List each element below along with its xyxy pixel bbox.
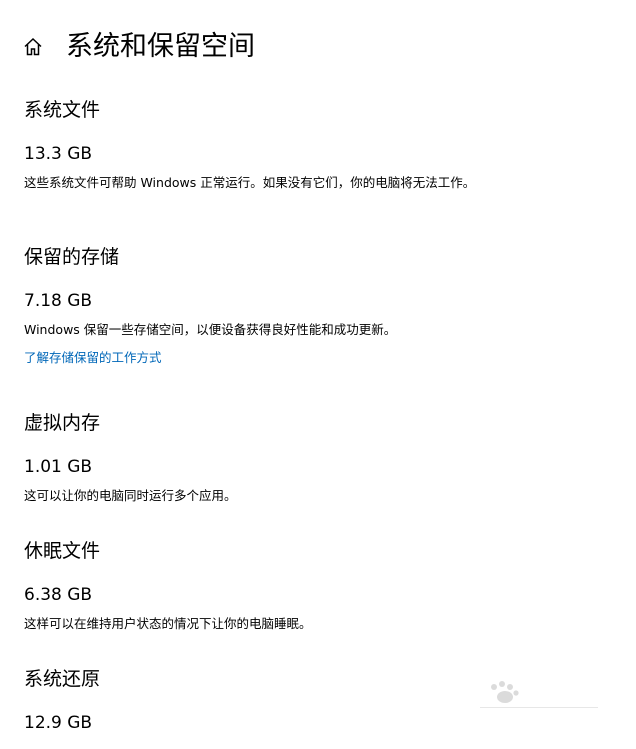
section-virtual-memory: 虚拟内存 1.01 GB 这可以让你的电脑同时运行多个应用。 <box>24 410 494 505</box>
size-value: 12.9 GB <box>24 713 93 733</box>
section-system-files: 系统文件 13.3 GB 这些系统文件可帮助 Windows 正常运行。如果没有… <box>24 97 494 192</box>
size-value: 1.01 GB <box>24 457 93 477</box>
section-title: 虚拟内存 <box>24 412 101 434</box>
section-description: 这样可以在维持用户状态的情况下让你的电脑睡眠。 <box>24 616 312 631</box>
section-title: 系统还原 <box>24 668 101 690</box>
size-value: 13.3 GB <box>24 144 93 164</box>
size-value: 6.38 GB <box>24 585 93 605</box>
size-value: 7.18 GB <box>24 291 93 311</box>
home-icon[interactable] <box>22 36 44 58</box>
section-title: 休眠文件 <box>24 540 101 562</box>
section-system-restore: 系统还原 12.9 GB <box>24 666 494 734</box>
section-title: 保留的存储 <box>24 246 120 268</box>
section-title: 系统文件 <box>24 99 101 121</box>
section-description: Windows 保留一些存储空间，以便设备获得良好性能和成功更新。 <box>24 322 397 337</box>
section-description: 这些系统文件可帮助 Windows 正常运行。如果没有它们，你的电脑将无法工作。 <box>24 175 476 190</box>
watermark-logo-icon <box>480 681 598 708</box>
page-header: 系统和保留空间 <box>0 26 636 70</box>
section-hibernation-file: 休眠文件 6.38 GB 这样可以在维持用户状态的情况下让你的电脑睡眠。 <box>24 538 494 633</box>
section-reserved-storage: 保留的存储 7.18 GB Windows 保留一些存储空间，以便设备获得良好性… <box>24 244 494 367</box>
page-title: 系统和保留空间 <box>66 31 255 62</box>
learn-reserved-storage-link[interactable]: 了解存储保留的工作方式 <box>24 348 162 367</box>
section-description: 这可以让你的电脑同时运行多个应用。 <box>24 488 237 503</box>
